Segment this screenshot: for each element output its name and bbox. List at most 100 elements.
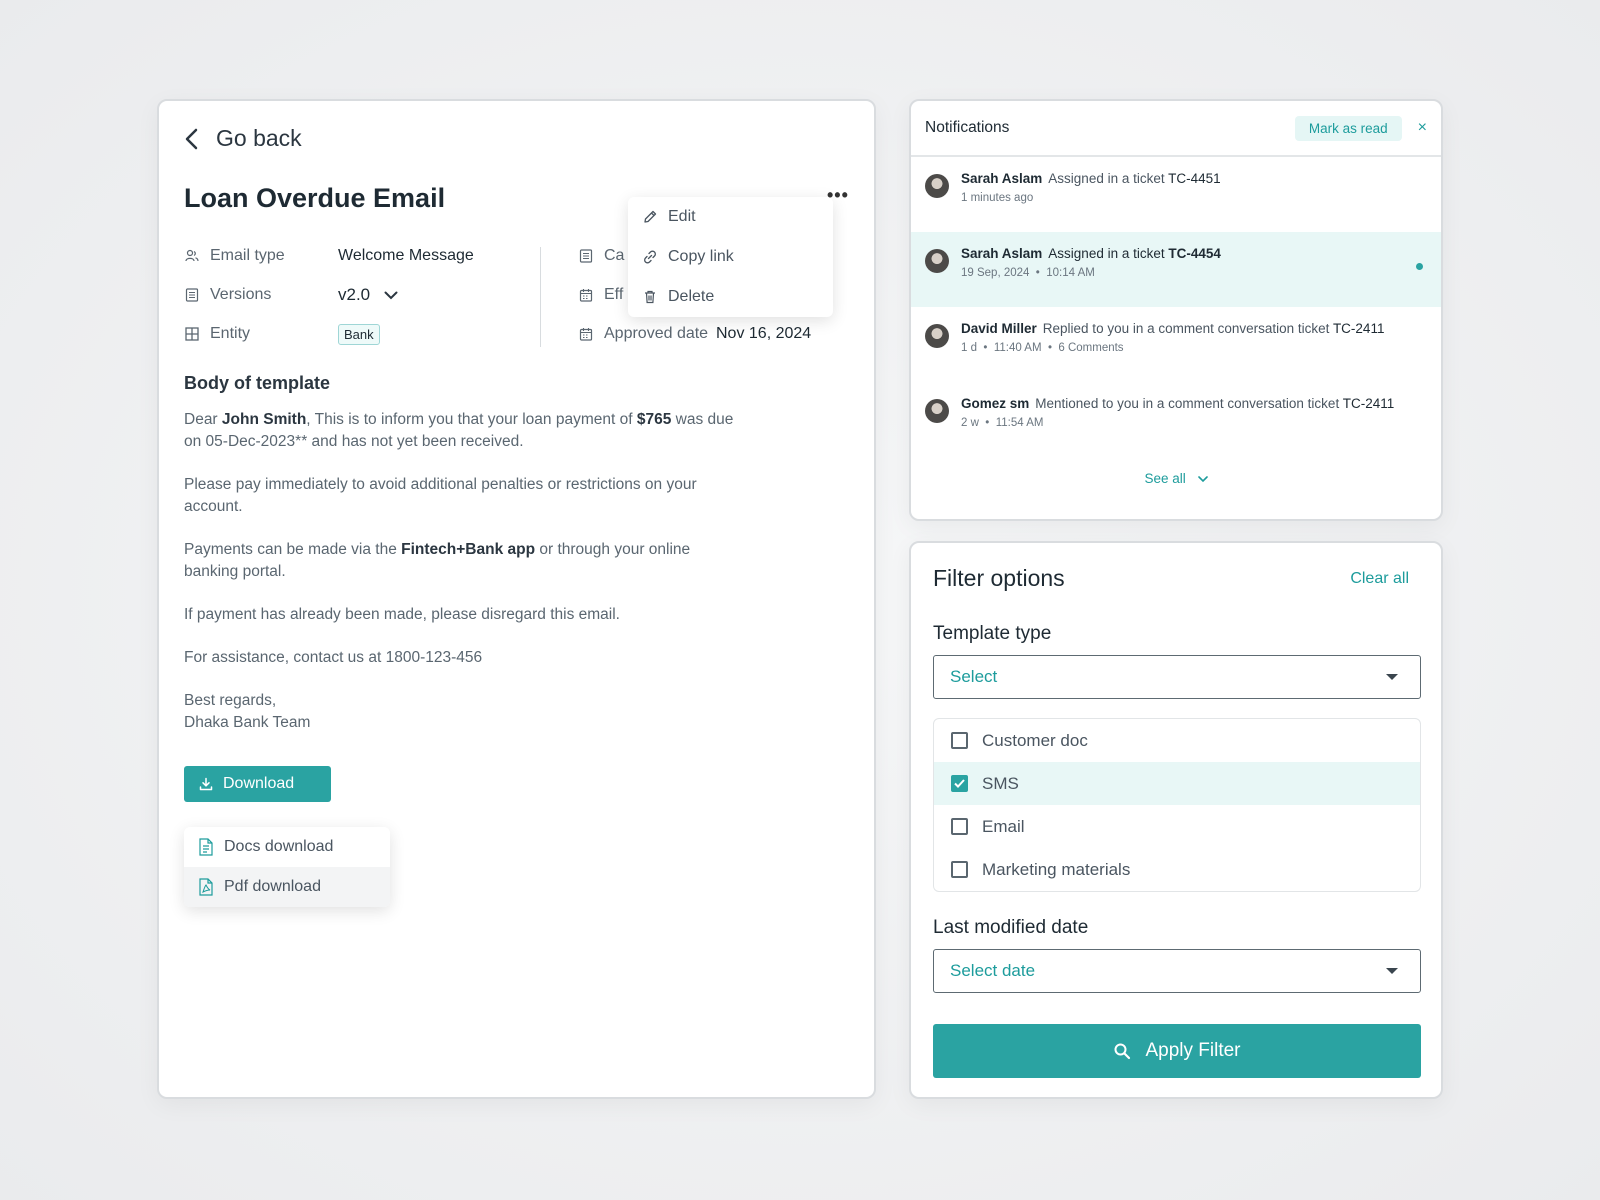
doc-file-icon <box>199 838 213 856</box>
download-label: Download <box>223 775 295 792</box>
chevron-down-icon <box>384 291 398 299</box>
meta-email-type: Email type Welcome Message <box>184 247 474 265</box>
approved-date-value: Nov 16, 2024 <box>716 325 812 342</box>
avatar <box>925 174 949 198</box>
notification-date: 2 w <box>961 417 979 429</box>
date-placeholder: Select date <box>950 961 1036 980</box>
checkbox[interactable] <box>951 818 968 835</box>
body-paragraph: Please pay immediately to avoid addition… <box>184 476 697 515</box>
pencil-icon <box>644 210 657 223</box>
notification-time: 11:54 AM <box>995 417 1044 429</box>
effective-label: Eff <box>604 286 624 303</box>
notification-item[interactable]: David Miller Replied to you in a comment … <box>911 307 1441 382</box>
notification-user: Sarah Aslam <box>961 171 1043 186</box>
template-type-options: Customer doc SMS Email Marketing materia… <box>933 718 1421 892</box>
notification-time: 11:40 AM <box>993 342 1042 354</box>
meta-effective: Eff <box>578 286 623 304</box>
meta-category: Ca <box>578 247 624 265</box>
body-text: Dear <box>184 411 222 428</box>
option-email[interactable]: Email <box>934 805 1420 848</box>
edit-label: Edit <box>668 208 696 225</box>
avatar <box>925 249 949 273</box>
search-icon <box>1114 1043 1131 1060</box>
calendar-icon <box>578 287 594 303</box>
body-text: , This is to inform you that your loan p… <box>306 411 637 428</box>
versions-select[interactable]: v2.0 <box>338 285 398 305</box>
email-type-label: Email type <box>210 247 285 264</box>
entity-badge: Bank <box>338 323 380 345</box>
edit-menu-item[interactable]: Edit <box>628 197 833 237</box>
option-sms[interactable]: SMS <box>934 762 1420 805</box>
notification-user: Sarah Aslam <box>961 246 1043 261</box>
option-label: Customer doc <box>982 730 1088 750</box>
app-name: Fintech+Bank app <box>401 541 536 558</box>
email-type-value: Welcome Message <box>338 247 474 264</box>
go-back-label: Go back <box>216 125 302 151</box>
template-type-placeholder: Select <box>950 667 998 686</box>
ticket-id: TC-2411 <box>1332 321 1385 336</box>
notification-action: Replied to you in a comment conversation… <box>1042 321 1333 336</box>
pdf-file-icon <box>199 878 213 896</box>
option-label: Marketing materials <box>982 859 1131 879</box>
download-icon <box>199 777 213 791</box>
amount: $765 <box>636 411 672 428</box>
pdf-download-item[interactable]: Pdf download <box>184 867 390 907</box>
option-marketing-materials[interactable]: Marketing materials <box>934 848 1420 891</box>
entity-label: Entity <box>210 325 251 342</box>
caret-down-icon <box>1386 968 1398 974</box>
mark-as-read-button[interactable]: Mark as read <box>1294 115 1402 141</box>
notification-comments: 6 Comments <box>1058 342 1124 354</box>
option-customer-doc[interactable]: Customer doc <box>934 719 1420 762</box>
notification-action: Mentioned to you in a comment conversati… <box>1035 396 1343 411</box>
body-of-template: Dear John Smith, This is to inform you t… <box>184 409 744 755</box>
template-type-select[interactable]: Select <box>933 655 1421 699</box>
ticket-id: TC-2411 <box>1342 396 1395 411</box>
delete-menu-item[interactable]: Delete <box>628 277 833 317</box>
chevron-left-icon <box>185 128 198 149</box>
copy-link-menu-item[interactable]: Copy link <box>628 237 833 277</box>
notification-item[interactable]: Sarah Aslam Assigned in a ticket TC-4454 … <box>911 232 1441 307</box>
body-paragraph: Best regards, Dhaka Bank Team <box>184 690 744 734</box>
docs-download-item[interactable]: Docs download <box>184 827 390 867</box>
meta-divider <box>540 247 541 347</box>
trash-icon <box>645 290 655 304</box>
body-text: Payments can be made via the <box>184 541 402 558</box>
approved-date-label: Approved date <box>604 325 709 342</box>
notification-user: Gomez sm <box>961 396 1030 411</box>
meta-approved-date: Approved date Nov 16, 2024 <box>578 325 811 343</box>
avatar <box>925 399 949 423</box>
body-paragraph: For assistance, contact us at 1800-123-4… <box>184 649 483 666</box>
caret-down-icon <box>1386 674 1398 680</box>
notification-action: Assigned in a ticket <box>1048 171 1169 186</box>
notification-item[interactable]: Gomez sm Mentioned to you in a comment co… <box>911 382 1441 457</box>
users-icon <box>184 248 200 264</box>
download-button[interactable]: Download <box>184 766 331 802</box>
body-title: Body of template <box>184 373 331 393</box>
body-text: Dhaka Bank Team <box>184 714 311 731</box>
see-all-label: See all <box>1144 471 1186 486</box>
close-icon[interactable]: × <box>1418 119 1427 137</box>
checkbox[interactable] <box>951 732 968 749</box>
go-back-link[interactable]: Go back <box>184 125 302 152</box>
notification-date: 1 d <box>961 342 977 354</box>
calendar-icon <box>578 326 594 342</box>
option-label: Email <box>982 816 1025 836</box>
versions-label: Versions <box>210 286 272 303</box>
checkbox-checked[interactable] <box>951 775 968 792</box>
see-all-link[interactable]: See all <box>911 471 1441 486</box>
filter-options-panel: Filter options Clear all Template type S… <box>909 541 1443 1099</box>
checkbox[interactable] <box>951 861 968 878</box>
meta-entity: Entity Bank <box>184 323 380 345</box>
notifications-header: Notifications Mark as read × <box>911 101 1441 157</box>
customer-name: John Smith <box>221 411 307 428</box>
clear-all-link[interactable]: Clear all <box>1350 570 1409 588</box>
notification-item[interactable]: Sarah Aslam Assigned in a ticket TC-4451 … <box>911 157 1441 232</box>
notification-user: David Miller <box>961 321 1037 336</box>
copy-link-label: Copy link <box>668 248 734 265</box>
meta-versions: Versions v2.0 <box>184 285 398 304</box>
date-select[interactable]: Select date <box>933 949 1421 993</box>
page-title: Loan Overdue Email <box>184 183 446 213</box>
link-icon <box>644 250 656 264</box>
apply-filter-button[interactable]: Apply Filter <box>933 1024 1421 1078</box>
body-paragraph: If payment has already been made, please… <box>184 606 620 623</box>
